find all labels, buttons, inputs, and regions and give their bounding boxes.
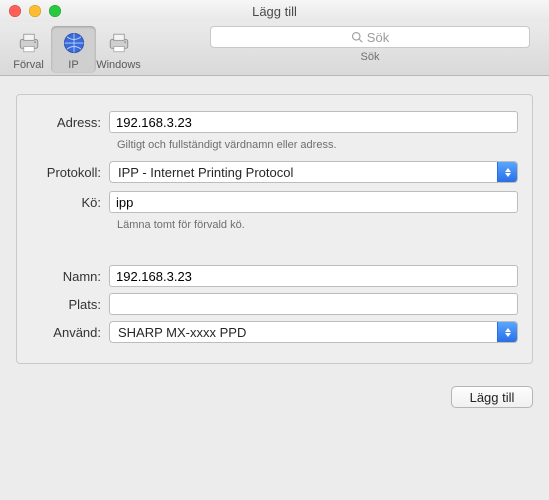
toolbar-item-default[interactable]: Förval (6, 26, 51, 73)
toolbar-item-label: IP (68, 59, 78, 71)
minimize-icon[interactable] (29, 5, 41, 17)
toolbar-items: Förval IP Windows (6, 26, 141, 73)
toolbar: Förval IP Windows Sök (0, 22, 549, 76)
name-label: Namn: (31, 269, 109, 284)
chevron-updown-icon (497, 162, 517, 182)
search-sublabel: Sök (361, 51, 380, 63)
zoom-icon[interactable] (49, 5, 61, 17)
protocol-label: Protokoll: (31, 165, 109, 180)
toolbar-item-label: Förval (13, 59, 44, 71)
queue-field[interactable] (109, 191, 518, 213)
address-label: Adress: (31, 115, 109, 130)
chevron-updown-icon (497, 322, 517, 342)
titlebar: Lägg till (0, 0, 549, 22)
printer-icon (15, 29, 43, 57)
content: Adress: Giltigt och fullständigt värdnam… (0, 76, 549, 376)
location-label: Plats: (31, 297, 109, 312)
globe-icon (60, 29, 88, 57)
form-panel: Adress: Giltigt och fullständigt värdnam… (16, 94, 533, 364)
address-field[interactable] (109, 111, 518, 133)
toolbar-item-label: Windows (96, 59, 141, 71)
protocol-select[interactable]: IPP - Internet Printing Protocol (109, 161, 518, 183)
queue-label: Kö: (31, 195, 109, 210)
toolbar-item-ip[interactable]: IP (51, 26, 96, 73)
name-field[interactable] (109, 265, 518, 287)
use-select[interactable]: SHARP MX-xxxx PPD (109, 321, 518, 343)
search-icon (351, 31, 363, 43)
use-label: Använd: (31, 325, 109, 340)
use-value: SHARP MX-xxxx PPD (118, 325, 246, 340)
window-controls (0, 5, 61, 17)
queue-hint: Lämna tomt för förvald kö. (117, 219, 518, 231)
toolbar-item-windows[interactable]: Windows (96, 26, 141, 73)
address-hint: Giltigt och fullständigt värdnamn eller … (117, 139, 518, 151)
printer-icon (105, 29, 133, 57)
close-icon[interactable] (9, 5, 21, 17)
protocol-value: IPP - Internet Printing Protocol (118, 165, 293, 180)
window-title: Lägg till (0, 4, 549, 19)
add-button[interactable]: Lägg till (451, 386, 533, 408)
toolbar-search-wrap: Sök Sök (201, 26, 539, 63)
search-input[interactable]: Sök (210, 26, 530, 48)
search-placeholder: Sök (367, 30, 389, 45)
footer: Lägg till (0, 376, 549, 422)
location-field[interactable] (109, 293, 518, 315)
